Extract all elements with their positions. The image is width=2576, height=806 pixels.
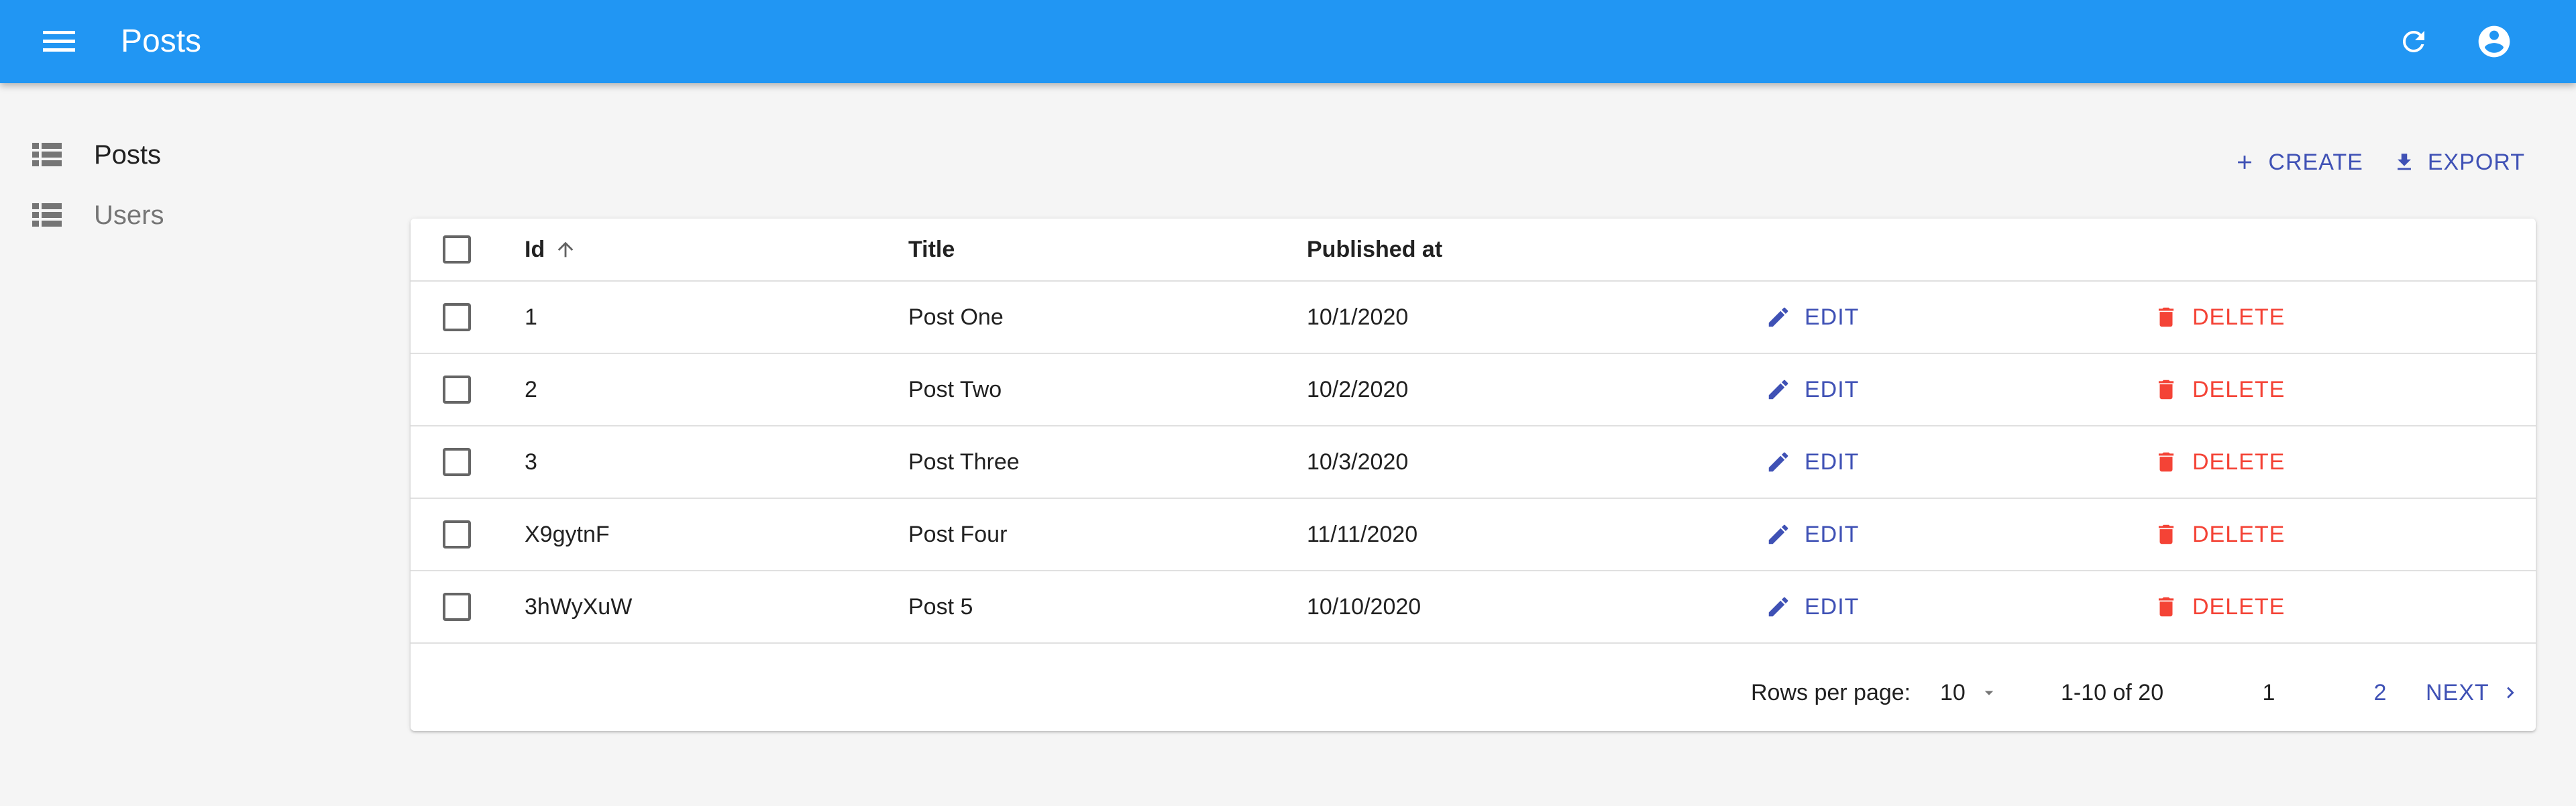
- menu-icon: [43, 31, 75, 52]
- pencil-icon: [1768, 452, 1788, 472]
- pencil-icon: [1768, 307, 1788, 327]
- delete-button[interactable]: DELETE: [2143, 444, 2296, 481]
- export-label: EXPORT: [2427, 149, 2525, 175]
- select-all-checkbox[interactable]: [443, 219, 471, 280]
- delete-button[interactable]: DELETE: [2143, 516, 2296, 553]
- next-label: NEXT: [2426, 679, 2489, 705]
- account-button[interactable]: [2471, 20, 2517, 63]
- menu-button[interactable]: [38, 23, 80, 60]
- page-button-2[interactable]: 2: [2360, 654, 2400, 731]
- sidebar-item-posts[interactable]: Posts: [0, 125, 349, 185]
- account-circle-icon: [2478, 25, 2510, 58]
- edit-label: EDIT: [1805, 593, 1860, 620]
- edit-button[interactable]: EDIT: [1755, 371, 1870, 408]
- pencil-icon: [1768, 524, 1788, 544]
- list-actions: CREATE EXPORT: [2228, 142, 2530, 182]
- edit-button[interactable]: EDIT: [1755, 444, 1870, 481]
- table-row[interactable]: 3 Post Three 10/3/2020 EDIT DELETE: [411, 426, 2536, 499]
- edit-button[interactable]: EDIT: [1755, 299, 1870, 336]
- cell-id: X9gytnF: [525, 521, 610, 547]
- pencil-icon: [1768, 380, 1788, 400]
- delete-label: DELETE: [2192, 521, 2286, 547]
- trash-icon: [2158, 452, 2174, 472]
- cell-published-at: 10/10/2020: [1307, 593, 1421, 620]
- column-header-id[interactable]: Id: [525, 219, 577, 280]
- cell-published-at: 10/2/2020: [1307, 376, 1409, 402]
- delete-label: DELETE: [2192, 449, 2286, 475]
- table-row[interactable]: 2 Post Two 10/2/2020 EDIT DELETE: [411, 354, 2536, 426]
- table-row[interactable]: 3hWyXuW Post 5 10/10/2020 EDIT DELETE: [411, 571, 2536, 644]
- table-row[interactable]: X9gytnF Post Four 11/11/2020 EDIT DELETE: [411, 499, 2536, 571]
- pagination-range: 1-10 of 20: [2061, 679, 2164, 705]
- arrow-up-icon: [554, 238, 577, 261]
- create-button[interactable]: CREATE: [2228, 146, 2368, 180]
- cell-title: Post Four: [908, 521, 1008, 547]
- pencil-icon: [1768, 597, 1788, 617]
- cell-title: Post Three: [908, 449, 1020, 475]
- cell-id: 2: [525, 376, 537, 402]
- cell-published-at: 11/11/2020: [1307, 521, 1418, 547]
- trash-icon: [2158, 380, 2174, 400]
- pagination: Rows per page: 10 1-10 of 20 1 2 NEXT: [411, 654, 2536, 731]
- rows-per-page-label: Rows per page:: [1751, 679, 1911, 705]
- edit-button[interactable]: EDIT: [1755, 589, 1870, 626]
- list-icon: [32, 141, 62, 168]
- sidebar-item-label: Posts: [94, 139, 162, 170]
- table-row[interactable]: 1 Post One 10/1/2020 EDIT DELETE: [411, 282, 2536, 354]
- trash-icon: [2158, 597, 2174, 617]
- cell-id: 3hWyXuW: [525, 593, 633, 620]
- edit-label: EDIT: [1805, 304, 1860, 330]
- cell-id: 1: [525, 304, 537, 330]
- edit-button[interactable]: EDIT: [1755, 516, 1870, 553]
- sidebar-item-users[interactable]: Users: [0, 185, 349, 245]
- delete-button[interactable]: DELETE: [2143, 589, 2296, 626]
- download-icon: [2397, 154, 2411, 170]
- column-header-published-at[interactable]: Published at: [1307, 219, 1442, 280]
- rows-per-page-select[interactable]: 10: [1940, 654, 1999, 731]
- rows-per-page-value: 10: [1940, 679, 1966, 705]
- chevron-right-icon: [2506, 687, 2514, 699]
- list-icon: [32, 202, 62, 229]
- dropdown-arrow-icon: [1984, 691, 1994, 695]
- cell-title: Post Two: [908, 376, 1002, 402]
- posts-table: Id Title Published at 1 Post One 10/1/20…: [411, 219, 2536, 731]
- delete-label: DELETE: [2192, 593, 2286, 620]
- trash-icon: [2158, 524, 2174, 544]
- trash-icon: [2158, 307, 2174, 327]
- delete-button[interactable]: DELETE: [2143, 299, 2296, 336]
- cell-published-at: 10/3/2020: [1307, 449, 1409, 475]
- sidebar-item-label: Users: [94, 200, 164, 230]
- row-checkbox[interactable]: [443, 571, 471, 642]
- column-header-label: Id: [525, 236, 545, 262]
- create-label: CREATE: [2268, 149, 2363, 175]
- refresh-icon: [2402, 30, 2424, 52]
- edit-label: EDIT: [1805, 449, 1860, 475]
- row-checkbox[interactable]: [443, 282, 471, 353]
- delete-button[interactable]: DELETE: [2143, 371, 2296, 408]
- cell-title: Post 5: [908, 593, 973, 620]
- page-title: Posts: [121, 23, 202, 59]
- plus-icon: [2238, 156, 2252, 169]
- cell-id: 3: [525, 449, 537, 475]
- cell-published-at: 10/1/2020: [1307, 304, 1409, 330]
- app-bar: Posts: [0, 0, 2576, 83]
- row-checkbox[interactable]: [443, 354, 471, 425]
- row-checkbox[interactable]: [443, 499, 471, 570]
- column-header-title[interactable]: Title: [908, 219, 955, 280]
- page-button-1[interactable]: 1: [2249, 654, 2289, 731]
- row-checkbox[interactable]: [443, 426, 471, 498]
- edit-label: EDIT: [1805, 521, 1860, 547]
- cell-title: Post One: [908, 304, 1004, 330]
- refresh-button[interactable]: [2392, 20, 2435, 63]
- edit-label: EDIT: [1805, 376, 1860, 402]
- next-page-button[interactable]: NEXT: [2426, 654, 2522, 731]
- table-header-row: Id Title Published at: [411, 219, 2536, 282]
- export-button[interactable]: EXPORT: [2387, 146, 2530, 180]
- delete-label: DELETE: [2192, 376, 2286, 402]
- delete-label: DELETE: [2192, 304, 2286, 330]
